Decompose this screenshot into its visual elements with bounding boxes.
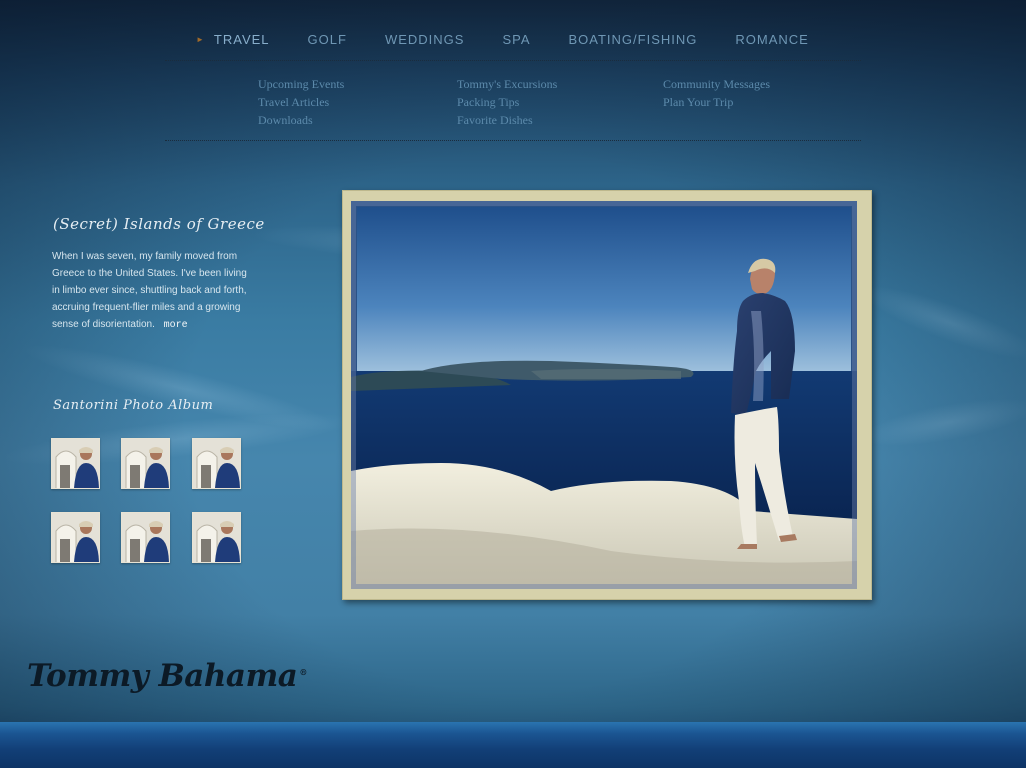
album-thumbnail-2[interactable] — [121, 438, 170, 489]
album-thumbnail-4[interactable] — [51, 512, 100, 563]
nav-travel[interactable]: TRAVEL — [214, 32, 270, 47]
thumbnail-image — [193, 513, 240, 562]
album-thumbnail-6[interactable] — [192, 512, 241, 563]
nav-romance[interactable]: ROMANCE — [735, 32, 808, 47]
more-link[interactable]: more — [164, 320, 188, 331]
album-title: Santorini Photo Album — [53, 398, 214, 413]
subnav-tommys-excursions[interactable]: Tommy's Excursions — [457, 75, 557, 93]
subnav-travel-articles[interactable]: Travel Articles — [258, 93, 344, 111]
nav-divider — [165, 60, 861, 61]
active-arrow-icon: ► — [196, 35, 204, 44]
page-background: ► TRAVEL GOLF WEDDINGS SPA BOATING/FISHI… — [0, 0, 1026, 768]
registered-mark: ® — [299, 666, 307, 677]
thumbnail-image — [52, 513, 99, 562]
thumbnail-image — [122, 513, 169, 562]
featured-photo-image — [351, 201, 857, 589]
subnav-community-messages[interactable]: Community Messages — [663, 75, 770, 93]
article-title: (Secret) Islands of Greece — [53, 215, 265, 233]
logo-text: Tommy Bahama — [27, 658, 298, 694]
nav-golf[interactable]: GOLF — [308, 32, 347, 47]
subnav-downloads[interactable]: Downloads — [258, 111, 344, 129]
featured-photo[interactable] — [351, 201, 857, 589]
nav-spa[interactable]: SPA — [502, 32, 530, 47]
subnav-upcoming-events[interactable]: Upcoming Events — [258, 75, 344, 93]
nav-boating-fishing[interactable]: BOATING/FISHING — [569, 32, 698, 47]
subnav-column-3: Community Messages Plan Your Trip — [663, 75, 770, 111]
subnav-favorite-dishes[interactable]: Favorite Dishes — [457, 111, 557, 129]
thumbnail-image — [52, 439, 99, 488]
subnav-packing-tips[interactable]: Packing Tips — [457, 93, 557, 111]
nav-weddings[interactable]: WEDDINGS — [385, 32, 465, 47]
thumbnail-image — [122, 439, 169, 488]
thumbnail-image — [193, 439, 240, 488]
article-body-text: When I was seven, my family moved from G… — [52, 251, 247, 330]
subnav-column-1: Upcoming Events Travel Articles Download… — [258, 75, 344, 129]
sea-band — [0, 722, 1026, 768]
article-excerpt: When I was seven, my family moved from G… — [52, 248, 252, 334]
main-nav: ► TRAVEL GOLF WEDDINGS SPA BOATING/FISHI… — [196, 32, 847, 47]
album-thumbnail-3[interactable] — [192, 438, 241, 489]
featured-photo-frame — [342, 190, 872, 600]
subnav-divider — [165, 140, 861, 141]
album-thumbnail-5[interactable] — [121, 512, 170, 563]
album-thumbnail-1[interactable] — [51, 438, 100, 489]
subnav-column-2: Tommy's Excursions Packing Tips Favorite… — [457, 75, 557, 129]
tommy-bahama-logo[interactable]: Tommy Bahama ® — [27, 658, 307, 694]
subnav-plan-your-trip[interactable]: Plan Your Trip — [663, 93, 770, 111]
